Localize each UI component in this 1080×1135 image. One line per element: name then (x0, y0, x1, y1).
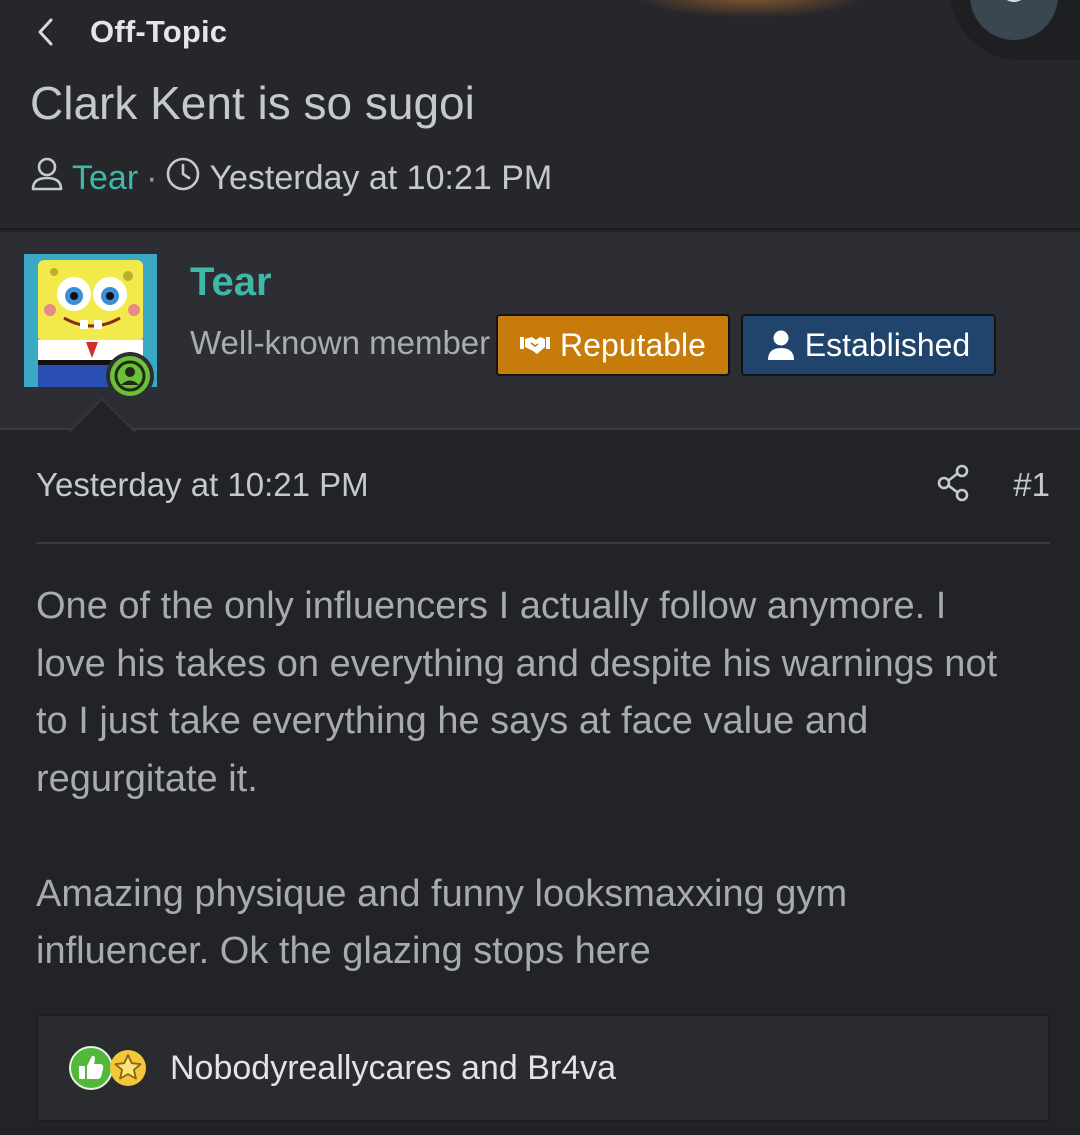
divider (36, 542, 1050, 544)
reputable-badge-label: Reputable (560, 326, 706, 363)
thread-post-time[interactable]: Yesterday at 10:21 PM (209, 159, 552, 198)
post-date[interactable]: Yesterday at 10:21 PM (36, 466, 369, 504)
established-badge-label: Established (804, 326, 971, 363)
breadcrumb[interactable]: Off-Topic (36, 10, 227, 54)
meta-separator: · (146, 158, 158, 197)
online-user-icon (110, 356, 150, 396)
established-badge: Established (741, 314, 996, 376)
user-block-pointer (70, 400, 134, 432)
page-title: Clark Kent is so sugoi (30, 77, 475, 129)
post-paragraph: One of the only influencers I actually f… (36, 585, 998, 800)
breadcrumb-forum-link[interactable]: Off-Topic (90, 14, 227, 50)
post-number-link[interactable]: #1 (1013, 466, 1050, 504)
clock-icon (165, 156, 201, 201)
post-username[interactable]: Tear (190, 260, 272, 305)
handshake-icon (520, 334, 551, 356)
reputable-badge: Reputable (496, 314, 730, 376)
star-icon (110, 1050, 146, 1086)
post-header: Yesterday at 10:21 PM #1 (36, 462, 1050, 508)
thread-header: Off-Topic Clark Kent is so sugoi Tear · … (0, 0, 1080, 230)
post-paragraph: Amazing physique and funny looksmaxxing … (36, 872, 848, 973)
post-body: One of the only influencers I actually f… (36, 578, 1026, 981)
chevron-left-icon[interactable] (36, 16, 60, 48)
reaction-icons (68, 1045, 148, 1091)
reactions-bar[interactable]: Nobodyreallycares and Br4va (36, 1014, 1050, 1122)
theme-toggle-icon (1006, 0, 1022, 2)
top-glow (630, 0, 870, 18)
reactions-list[interactable]: Nobodyreallycares and Br4va (170, 1049, 616, 1088)
thread-page: Off-Topic Clark Kent is so sugoi Tear · … (0, 0, 1080, 1135)
user-icon (767, 330, 795, 360)
user-icon (30, 156, 64, 201)
user-title: Well-known member (190, 324, 491, 361)
thread-meta: Tear · Yesterday at 10:21 PM (30, 156, 552, 200)
thread-author-link[interactable]: Tear (72, 159, 138, 198)
share-icon[interactable] (936, 464, 970, 507)
online-status-badge (106, 352, 154, 400)
post-user-block: Tear Well-known member Reputable Establi… (0, 232, 1080, 430)
